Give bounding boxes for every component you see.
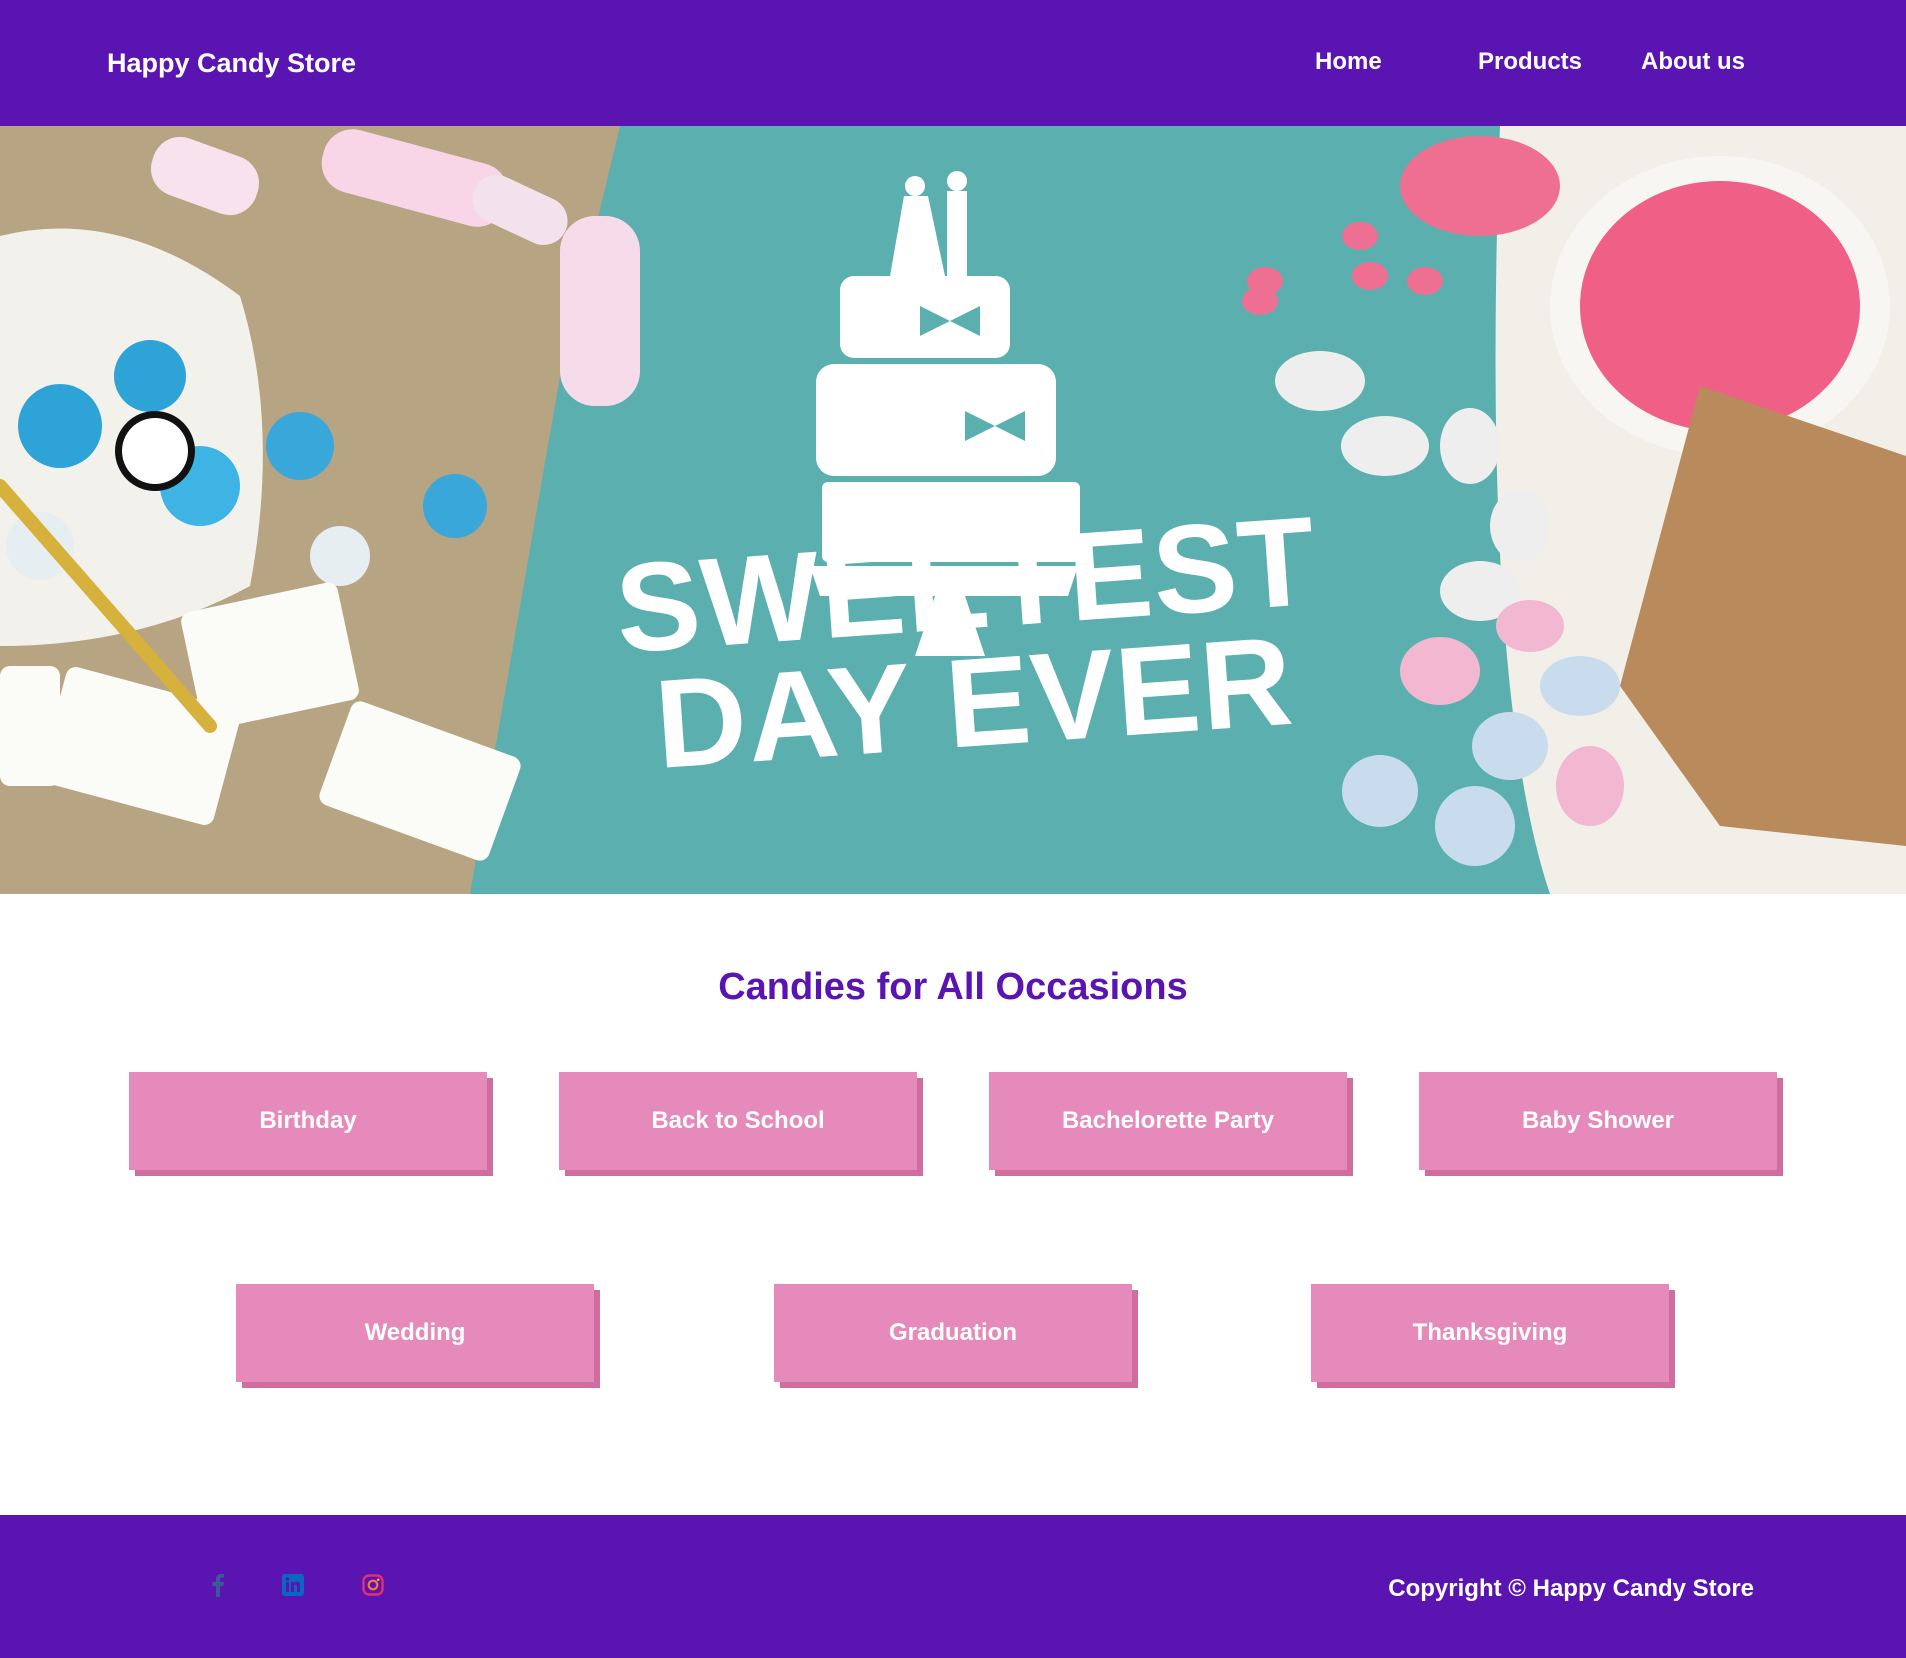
occasion-bachelorette-party-button[interactable]: Bachelorette Party xyxy=(989,1072,1347,1170)
hero-banner: SWEETEST DAY EVER xyxy=(0,126,1906,894)
hero-headline: SWEETEST DAY EVER xyxy=(583,490,1358,795)
page-footer: Copyright © Happy Candy Store xyxy=(0,1515,1906,1658)
occasion-thanksgiving-button[interactable]: Thanksgiving xyxy=(1311,1284,1669,1382)
occasion-birthday-button[interactable]: Birthday xyxy=(129,1072,487,1170)
brand-name[interactable]: Happy Candy Store xyxy=(107,48,356,79)
linkedin-icon[interactable] xyxy=(279,1571,307,1599)
copyright-text: Copyright © Happy Candy Store xyxy=(1388,1575,1754,1602)
facebook-icon[interactable] xyxy=(204,1571,232,1599)
occasion-wedding-button[interactable]: Wedding xyxy=(236,1284,594,1382)
nav-products[interactable]: Products xyxy=(1478,48,1582,76)
occasion-back-to-school-button[interactable]: Back to School xyxy=(559,1072,917,1170)
hero-illustration xyxy=(0,126,1906,894)
top-navbar: Happy Candy Store Home Products About us xyxy=(0,0,1906,126)
occasions-heading: Candies for All Occasions xyxy=(718,966,1188,1008)
nav-about-us[interactable]: About us xyxy=(1641,48,1745,76)
instagram-icon[interactable] xyxy=(359,1571,387,1599)
occasion-graduation-button[interactable]: Graduation xyxy=(774,1284,1132,1382)
occasion-baby-shower-button[interactable]: Baby Shower xyxy=(1419,1072,1777,1170)
nav-home[interactable]: Home xyxy=(1315,48,1382,76)
